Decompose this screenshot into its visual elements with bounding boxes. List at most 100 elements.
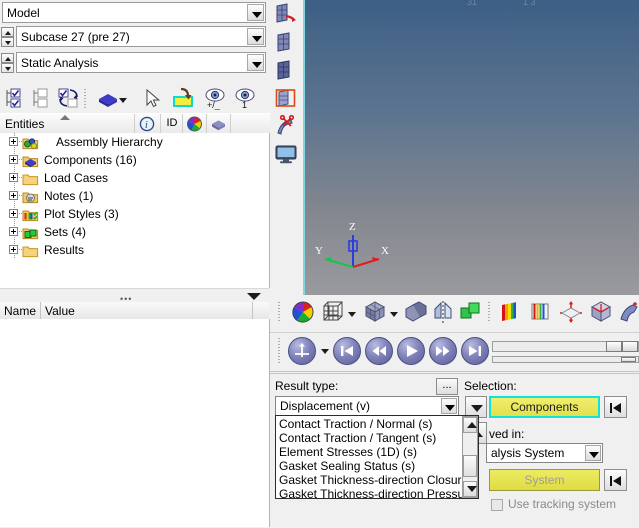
expand-icon[interactable] — [9, 227, 18, 236]
model-combo-arrow[interactable] — [247, 4, 264, 21]
pointer-select-icon[interactable] — [140, 87, 164, 110]
frame-slider[interactable] — [492, 341, 639, 352]
color-wheel-icon[interactable] — [290, 299, 316, 325]
shaded-cube-icon[interactable] — [362, 299, 388, 325]
symmetry-icon[interactable] — [430, 299, 456, 325]
color-wheel-icon[interactable] — [186, 116, 203, 132]
wireframe-cube-icon[interactable] — [320, 299, 346, 325]
entities-tree[interactable]: Assembly Hierarchy Components (16) Load … — [0, 133, 270, 288]
page-solid-icon[interactable] — [274, 58, 298, 82]
result-type-combo-arrow[interactable] — [441, 398, 457, 414]
3d-viewport[interactable]: 31 1 3 Z Y X — [303, 0, 639, 295]
resolved-in-combo[interactable]: alysis System — [486, 443, 603, 463]
expand-icon[interactable] — [9, 173, 18, 182]
page-icon[interactable] — [274, 30, 298, 54]
frame-slider-thumb[interactable] — [606, 341, 622, 352]
viewport-canvas[interactable]: 31 1 3 Z Y X — [305, 0, 639, 295]
use-tracking-system-checkbox[interactable] — [491, 499, 503, 511]
subcase-combo-arrow[interactable] — [247, 28, 264, 45]
feature-lines-icon[interactable] — [403, 299, 429, 325]
analysis-spinner[interactable] — [1, 53, 14, 73]
shaded-cube-dropdown-icon[interactable] — [390, 312, 398, 317]
dropdown-option[interactable]: Element Stresses (1D) (s) — [279, 445, 417, 459]
display-color-icon[interactable] — [172, 87, 196, 110]
expand-icon[interactable] — [9, 209, 18, 218]
result-type-combo[interactable]: Displacement (v) — [275, 396, 459, 416]
entities-col-id[interactable]: ID — [160, 114, 183, 133]
tensor-icon[interactable] — [588, 299, 614, 325]
expand-icon[interactable] — [9, 155, 18, 164]
tree-item-sets[interactable]: Sets (4) — [0, 223, 269, 241]
tree-item-results[interactable]: Results — [0, 241, 269, 259]
expand-icon[interactable] — [9, 137, 18, 146]
expand-icon[interactable] — [9, 245, 18, 254]
component-color-icon[interactable] — [96, 87, 120, 110]
expand-icon[interactable] — [9, 191, 18, 200]
last-frame-icon[interactable] — [461, 337, 489, 365]
animation-mode-dropdown-icon[interactable] — [321, 349, 329, 354]
reverse-check-icon[interactable] — [57, 87, 81, 110]
frame-slider-thumb2[interactable] — [622, 341, 638, 352]
subcase-spinner-up[interactable] — [1, 27, 14, 37]
first-frame-icon[interactable] — [333, 337, 361, 365]
entities-col-box[interactable] — [206, 114, 231, 133]
rewind-icon[interactable] — [365, 337, 393, 365]
subcase-combo[interactable]: Subcase 27 (pre 27) — [16, 26, 266, 47]
dropdown-option[interactable]: Contact Traction / Tangent (s) — [279, 431, 436, 445]
uncheck-all-icon[interactable] — [30, 87, 54, 110]
entities-collapse-caret-icon[interactable] — [60, 115, 70, 120]
dropdown-option[interactable]: Gasket Thickness-direction Closure (s) — [279, 473, 478, 487]
tree-item-plot-styles[interactable]: Plot Styles (3) — [0, 205, 269, 223]
system-jump-to-start-button[interactable] — [604, 469, 627, 491]
system-button[interactable]: System — [489, 469, 600, 491]
tree-item-assembly-hierarchy[interactable]: Assembly Hierarchy — [0, 133, 269, 151]
contour-icon[interactable] — [498, 299, 524, 325]
dropdown-option[interactable]: Gasket Sealing Status (s) — [279, 459, 415, 473]
property-col-divider[interactable] — [40, 302, 41, 319]
analysis-spinner-down[interactable] — [1, 63, 14, 73]
advanced-options-button[interactable]: ... — [436, 378, 458, 395]
animation-mode-icon[interactable] — [288, 337, 316, 365]
speed-slider[interactable] — [492, 356, 639, 363]
component-color-dropdown-icon[interactable] — [119, 98, 127, 103]
model-combo[interactable]: Model — [2, 2, 266, 23]
info-icon[interactable]: i — [139, 116, 156, 132]
scrollbar-thumb[interactable] — [463, 455, 477, 477]
fast-forward-icon[interactable] — [429, 337, 457, 365]
dropdown-option[interactable]: Gasket Thickness-direction Pressure (s) — [279, 487, 478, 498]
dropdown-scrollbar[interactable] — [462, 416, 478, 498]
scissors-icon[interactable] — [274, 114, 298, 138]
property-col-name[interactable]: Name — [4, 304, 36, 318]
monitor-icon[interactable] — [274, 142, 298, 166]
entities-col-info[interactable]: i — [134, 114, 161, 133]
property-grid-body[interactable] — [0, 319, 270, 527]
play-icon[interactable] — [397, 337, 425, 365]
scroll-up-icon[interactable] — [463, 417, 477, 433]
visibility-single-icon[interactable]: 1 — [234, 87, 258, 110]
property-col-divider[interactable] — [252, 302, 253, 319]
iso-value-icon[interactable] — [528, 299, 554, 325]
resolved-in-combo-arrow[interactable] — [585, 445, 601, 461]
exploded-view-icon[interactable] — [458, 299, 484, 325]
check-all-icon[interactable] — [3, 87, 27, 110]
result-type-dropdown-list[interactable]: Contact Traction / Normal (s) Contact Tr… — [275, 415, 479, 499]
speed-slider-thumb[interactable] — [621, 357, 636, 362]
box-icon[interactable] — [210, 116, 227, 132]
wireframe-cube-dropdown-icon[interactable] — [348, 312, 356, 317]
page-selected-icon[interactable] — [274, 86, 298, 110]
visibility-toggle-icon[interactable]: +/_ — [204, 87, 228, 110]
analysis-combo[interactable]: Static Analysis — [16, 52, 266, 73]
analysis-combo-arrow[interactable] — [247, 54, 264, 71]
subcase-spinner-down[interactable] — [1, 37, 14, 47]
scroll-down-icon[interactable] — [463, 481, 477, 497]
analysis-spinner-up[interactable] — [1, 53, 14, 63]
dropdown-option[interactable]: Contact Traction / Normal (s) — [279, 417, 432, 431]
vector-icon[interactable] — [558, 299, 584, 325]
entities-col-color[interactable] — [182, 114, 207, 133]
selection-jump-to-start-button[interactable] — [604, 396, 627, 418]
tree-item-load-cases[interactable]: Load Cases — [0, 169, 269, 187]
page-next-icon[interactable] — [274, 2, 298, 26]
splitter-collapse-caret-icon[interactable] — [247, 293, 261, 300]
trace-icon[interactable] — [618, 299, 639, 325]
subcase-spinner[interactable] — [1, 27, 14, 47]
